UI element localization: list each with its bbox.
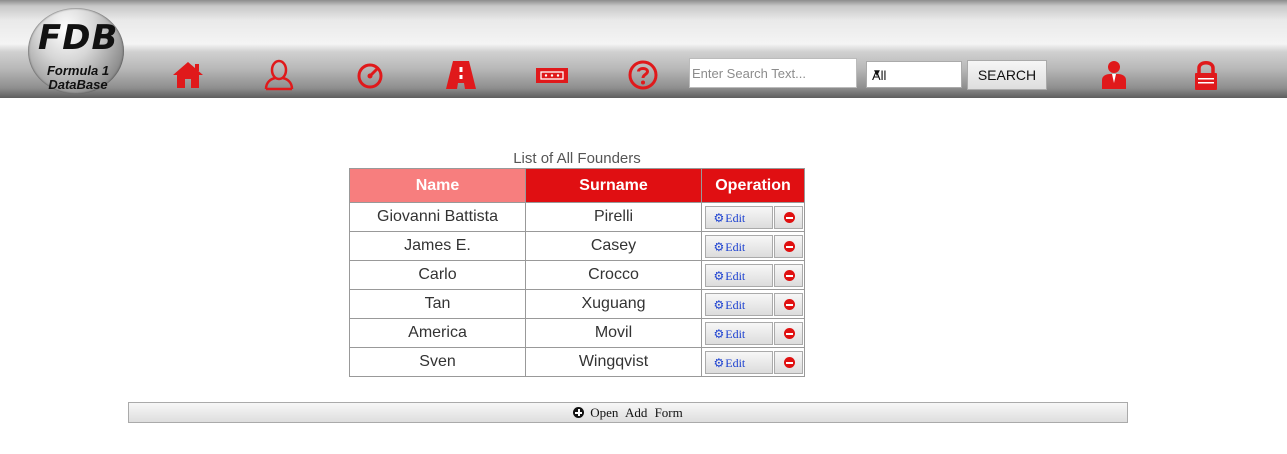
search-input[interactable] bbox=[689, 58, 857, 88]
gear-icon: ⚙ bbox=[713, 327, 725, 341]
cell-operation: ⚙Edit bbox=[701, 289, 805, 319]
cell-name: Sven bbox=[349, 347, 526, 377]
open-add-form-button[interactable]: Open Add Form bbox=[128, 402, 1128, 423]
table-row: Giovanni Battista Pirelli ⚙Edit bbox=[349, 202, 805, 232]
edit-button[interactable]: ⚙Edit bbox=[704, 264, 773, 287]
cell-name: Giovanni Battista bbox=[349, 202, 526, 232]
search-button[interactable]: SEARCH bbox=[967, 60, 1047, 90]
logo-text: Formula 1 DataBase bbox=[32, 64, 124, 92]
cell-surname: Casey bbox=[525, 231, 702, 261]
edit-label: Edit bbox=[725, 298, 746, 312]
user-icon[interactable] bbox=[261, 58, 297, 92]
delete-button[interactable] bbox=[773, 235, 803, 258]
cell-surname: Xuguang bbox=[525, 289, 702, 319]
table-row: Tan Xuguang ⚙Edit bbox=[349, 289, 805, 319]
edit-label: Edit bbox=[725, 327, 746, 341]
delete-button[interactable] bbox=[773, 293, 803, 316]
edit-label: Edit bbox=[725, 240, 746, 254]
cell-surname: Movil bbox=[525, 318, 702, 348]
table-row: America Movil ⚙Edit bbox=[349, 318, 805, 348]
plus-circle-icon bbox=[573, 407, 585, 418]
cell-surname: Crocco bbox=[525, 260, 702, 290]
edit-button[interactable]: ⚙Edit bbox=[704, 293, 773, 316]
cell-name: America bbox=[349, 318, 526, 348]
table-header-row: Name Surname Operation bbox=[349, 168, 805, 203]
search-category-select[interactable]: All ▼ bbox=[866, 61, 962, 88]
cell-operation: ⚙Edit bbox=[701, 260, 805, 290]
road-icon[interactable] bbox=[443, 58, 479, 92]
minus-circle-icon bbox=[783, 212, 795, 223]
open-add-form-label: Open Add Form bbox=[590, 405, 683, 420]
minus-circle-icon bbox=[783, 357, 795, 368]
table-caption: List of All Founders bbox=[513, 150, 641, 167]
cell-operation: ⚙Edit bbox=[701, 318, 805, 348]
cell-operation: ⚙Edit bbox=[701, 231, 805, 261]
ticket-icon[interactable] bbox=[534, 58, 570, 92]
gear-icon: ⚙ bbox=[713, 240, 725, 254]
cell-name: James E. bbox=[349, 231, 526, 261]
admin-user-icon[interactable] bbox=[1096, 58, 1132, 92]
delete-button[interactable] bbox=[773, 264, 803, 287]
delete-button[interactable] bbox=[773, 206, 803, 229]
header-bar: FDB Formula 1 DataBase All ▼ SEARCH bbox=[0, 0, 1287, 98]
minus-circle-icon bbox=[783, 270, 795, 281]
gear-icon: ⚙ bbox=[713, 211, 725, 225]
logo-mark: FDB bbox=[38, 18, 119, 58]
cell-name: Carlo bbox=[349, 260, 526, 290]
minus-circle-icon bbox=[783, 241, 795, 252]
edit-label: Edit bbox=[725, 211, 746, 225]
edit-button[interactable]: ⚙Edit bbox=[704, 322, 773, 345]
logo-line-1: Formula 1 bbox=[46, 63, 110, 78]
home-icon[interactable] bbox=[170, 58, 206, 92]
gear-icon: ⚙ bbox=[713, 356, 725, 370]
cell-surname: Pirelli bbox=[525, 202, 702, 232]
logo[interactable]: FDB Formula 1 DataBase bbox=[26, 8, 126, 96]
cell-operation: ⚙Edit bbox=[701, 202, 805, 232]
edit-label: Edit bbox=[725, 269, 746, 283]
gear-icon: ⚙ bbox=[713, 298, 725, 312]
delete-button[interactable] bbox=[773, 351, 803, 374]
help-icon[interactable] bbox=[625, 58, 661, 92]
column-header-surname[interactable]: Surname bbox=[525, 168, 702, 203]
cell-surname: Wingqvist bbox=[525, 347, 702, 377]
chevron-down-icon: ▼ bbox=[872, 68, 882, 79]
edit-button[interactable]: ⚙Edit bbox=[704, 351, 773, 374]
logo-line-2: DataBase bbox=[48, 77, 108, 92]
cell-name: Tan bbox=[349, 289, 526, 319]
table-row: James E. Casey ⚙Edit bbox=[349, 231, 805, 261]
edit-button[interactable]: ⚙Edit bbox=[704, 235, 773, 258]
cell-operation: ⚙Edit bbox=[701, 347, 805, 377]
gear-icon: ⚙ bbox=[713, 269, 725, 283]
founders-table: Name Surname Operation Giovanni Battista… bbox=[349, 168, 805, 377]
edit-button[interactable]: ⚙Edit bbox=[704, 206, 773, 229]
column-header-name[interactable]: Name bbox=[349, 168, 526, 203]
edit-label: Edit bbox=[725, 356, 746, 370]
lock-icon[interactable] bbox=[1188, 58, 1224, 92]
speedometer-icon[interactable] bbox=[352, 58, 388, 92]
delete-button[interactable] bbox=[773, 322, 803, 345]
minus-circle-icon bbox=[783, 299, 795, 310]
table-row: Sven Wingqvist ⚙Edit bbox=[349, 347, 805, 377]
table-row: Carlo Crocco ⚙Edit bbox=[349, 260, 805, 290]
column-header-operation: Operation bbox=[701, 168, 805, 203]
minus-circle-icon bbox=[783, 328, 795, 339]
